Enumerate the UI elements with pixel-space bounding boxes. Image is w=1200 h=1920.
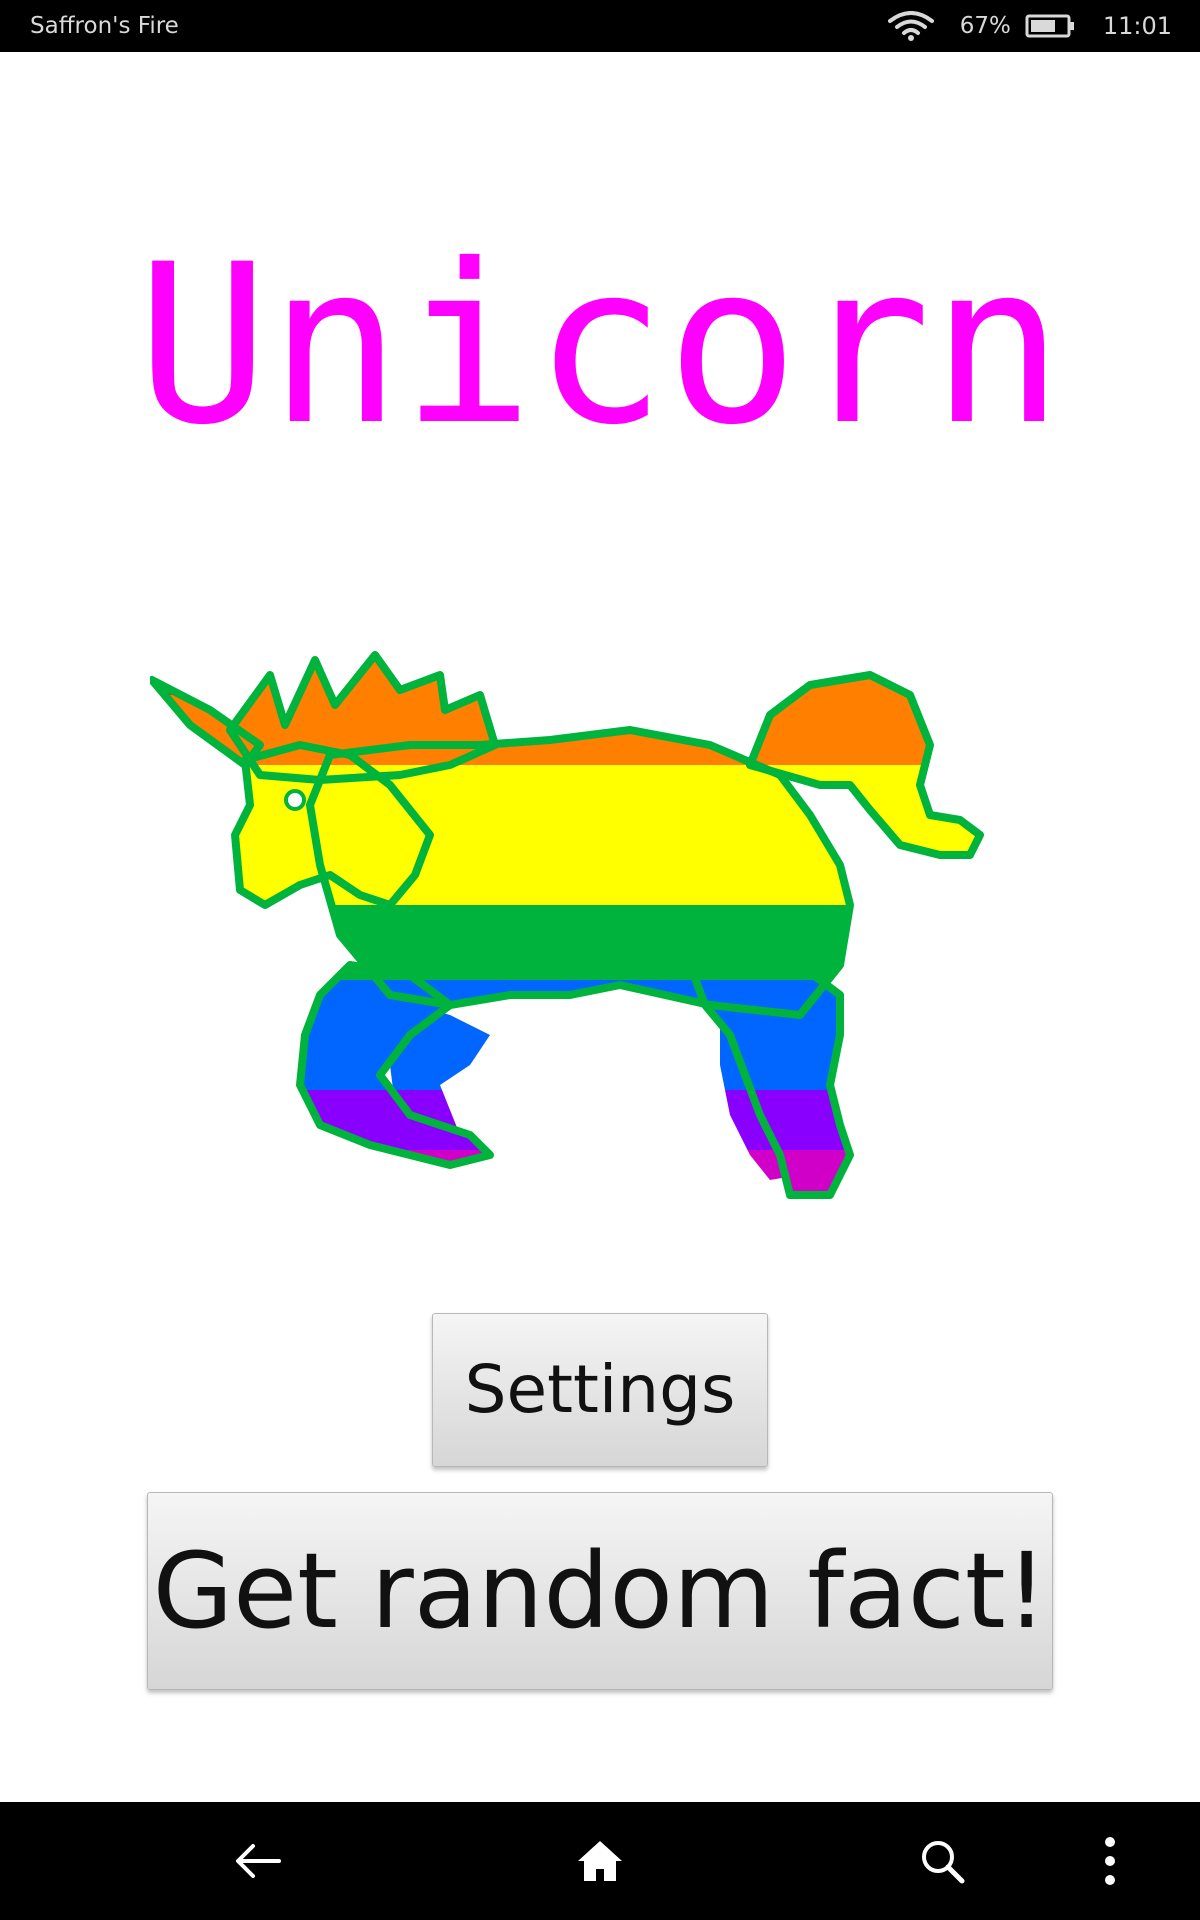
home-button[interactable]	[570, 1831, 630, 1891]
search-button[interactable]	[912, 1831, 972, 1891]
status-indicators: 67% 11:01	[887, 8, 1172, 44]
back-button[interactable]	[228, 1831, 288, 1891]
overflow-menu-icon	[1105, 1837, 1115, 1885]
status-bar: Saffron's Fire 67% 11:01	[0, 0, 1200, 52]
overflow-menu-button[interactable]	[1080, 1831, 1140, 1891]
get-random-fact-button[interactable]: Get random fact!	[147, 1492, 1053, 1690]
battery-icon	[1025, 14, 1074, 38]
device-name: Saffron's Fire	[30, 13, 179, 39]
page-title: Unicorn	[136, 217, 1064, 473]
battery-percent: 67%	[959, 13, 1011, 39]
navigation-bar	[0, 1802, 1200, 1920]
home-icon	[578, 1841, 622, 1881]
back-arrow-icon	[236, 1844, 281, 1878]
wifi-icon	[887, 11, 934, 41]
app-screen: Saffron's Fire 67% 11:01 Unicorn Setting…	[0, 0, 1200, 1920]
settings-button[interactable]: Settings	[432, 1313, 768, 1467]
unicorn-image	[150, 651, 984, 1199]
search-icon	[922, 1841, 965, 1884]
clock: 11:01	[1102, 12, 1172, 40]
